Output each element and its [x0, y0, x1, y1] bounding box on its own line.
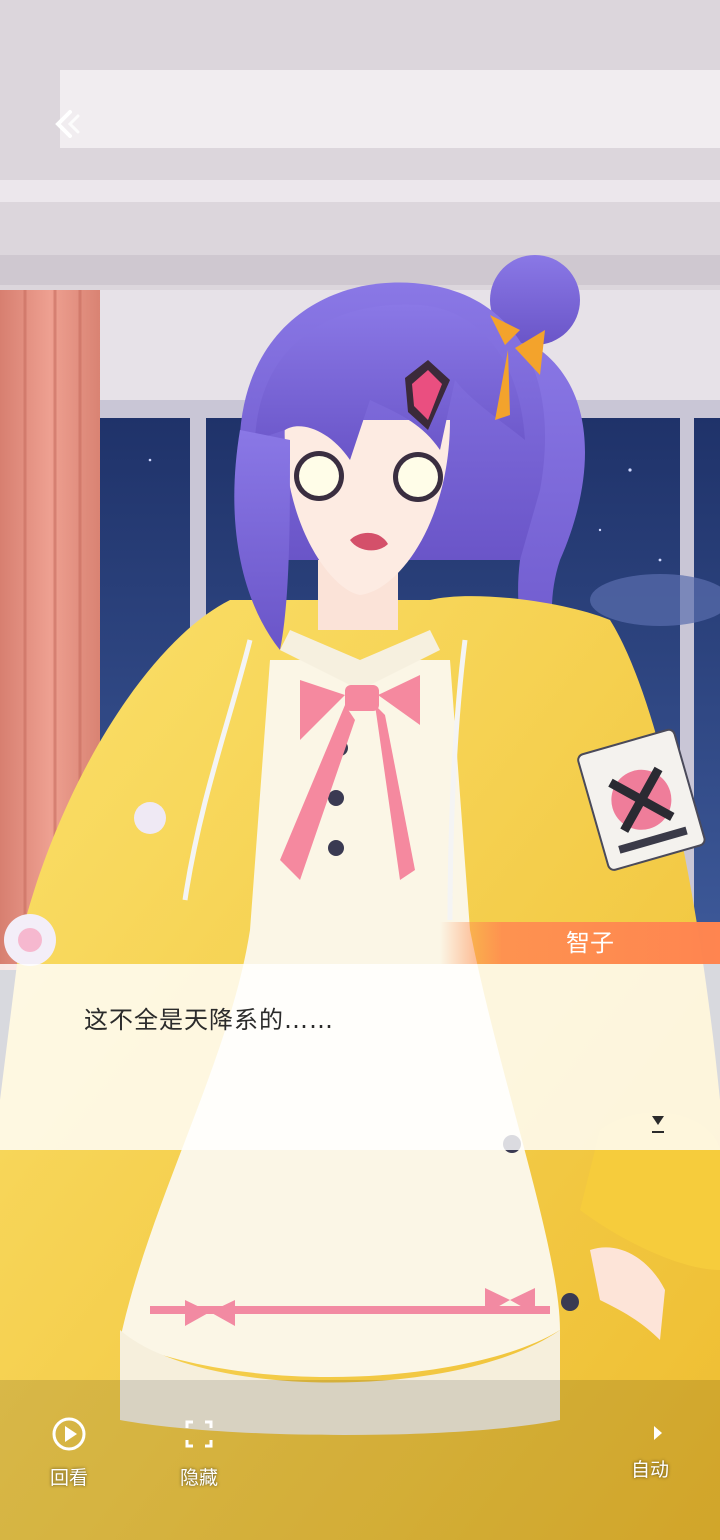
speaker-name: 智子	[566, 929, 614, 957]
ceiling-panel	[60, 70, 720, 148]
ceiling-beam	[0, 180, 720, 202]
hide-label: 隐藏	[179, 1467, 218, 1489]
fullscreen-corners-icon	[185, 1420, 213, 1448]
dialog-box[interactable]: 这不全是天降系的……	[0, 964, 720, 1150]
hide-button[interactable]: 隐藏	[174, 1414, 224, 1490]
back-icon	[55, 110, 80, 138]
auto-button[interactable]: 自动	[622, 1420, 678, 1482]
bottom-shade	[0, 1380, 720, 1540]
dialog-text: 这不全是天降系的……	[84, 1006, 334, 1034]
play-circle-icon	[52, 1417, 86, 1451]
game-scene	[0, 0, 720, 1540]
auto-label: 自动	[630, 1459, 669, 1481]
next-arrow-icon	[652, 1116, 664, 1133]
back-button[interactable]	[44, 100, 92, 148]
review-label: 回看	[49, 1467, 88, 1489]
play-triangle-icon	[654, 1426, 662, 1440]
speaker-name-tag: 智子	[440, 922, 720, 964]
review-button[interactable]: 回看	[44, 1414, 94, 1490]
ceiling-beam-2	[0, 255, 720, 285]
